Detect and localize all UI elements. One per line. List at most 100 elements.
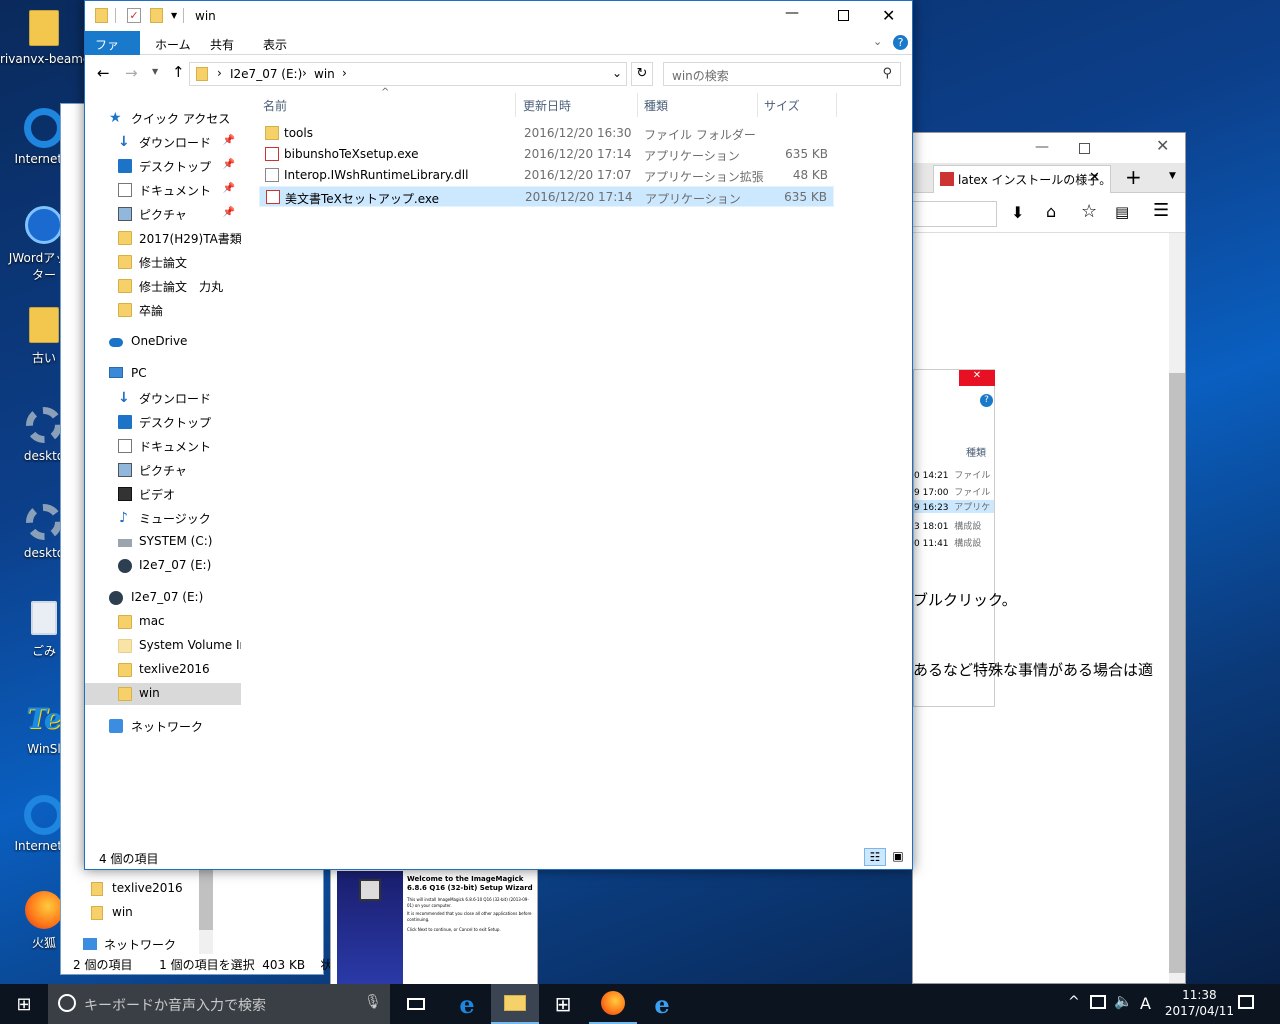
large-icons-view-icon[interactable]: ▣ [888, 848, 908, 866]
taskbar-internet-explorer[interactable]: e [638, 984, 686, 1024]
new-tab-button[interactable]: + [1125, 165, 1142, 189]
nav-pc-documents[interactable]: ドキュメント [85, 435, 241, 457]
file-row-selected[interactable]: 美文書TeXセットアップ.exe 2016/12/20 17:14 アプリケーシ… [259, 186, 834, 207]
details-view-icon[interactable]: ☷ [864, 848, 886, 866]
tab-home[interactable]: ホーム [145, 31, 201, 55]
minimize-button[interactable]: — [785, 5, 799, 21]
taskbar-store[interactable]: ⊞ [539, 984, 587, 1024]
tab-view[interactable]: 表示 [253, 31, 297, 55]
nav-drive-texlive2016[interactable]: texlive2016 [85, 659, 241, 681]
home-icon[interactable]: ⌂ [1046, 202, 1056, 221]
explorer2-nav-item-network[interactable]: ネットワーク [83, 935, 203, 955]
column-header-date[interactable]: 更新日時 [523, 93, 637, 117]
scrollbar-thumb[interactable] [1169, 373, 1185, 973]
nav-pc-downloads[interactable]: ↓ ダウンロード [85, 387, 241, 409]
nav-drive-system-volume-info[interactable]: System Volume Info [85, 635, 241, 657]
pin-icon[interactable]: 📌 [223, 207, 235, 218]
nav-drive-win[interactable]: win [85, 683, 241, 705]
taskbar-file-explorer[interactable] [491, 984, 539, 1024]
minimize-icon[interactable]: — [1035, 139, 1049, 155]
search-input[interactable]: winの検索 ⚲ [663, 62, 901, 86]
pin-icon[interactable]: 📌 [223, 135, 235, 146]
nav-quick-thesis-rikimaru[interactable]: 修士論文 力丸 [85, 275, 241, 297]
nav-quick-ta[interactable]: 2017(H29)TA書類 [85, 227, 241, 249]
help-icon[interactable]: ? [893, 35, 908, 50]
taskbar-edge[interactable]: e [443, 984, 491, 1024]
breadcrumb-win[interactable]: win [314, 67, 335, 81]
nav-quick-pictures[interactable]: ピクチャ 📌 [85, 203, 241, 225]
nav-pc-system-drive[interactable]: SYSTEM (C:) [85, 531, 241, 553]
browser-scrollbar[interactable] [1169, 233, 1185, 983]
nav-pc[interactable]: PC [85, 363, 241, 385]
pictures-icon [118, 207, 132, 221]
recent-chevron-icon[interactable]: ▼ [152, 67, 158, 76]
column-header-name[interactable]: 名前 [263, 93, 513, 117]
download-icon[interactable]: ⬇ [1011, 203, 1024, 222]
action-center-icon[interactable] [1238, 995, 1254, 1009]
file-row[interactable]: tools 2016/12/20 16:30 ファイル フォルダー [259, 123, 834, 144]
properties-check-icon[interactable]: ✓ [127, 8, 141, 23]
maximize-button[interactable] [838, 10, 849, 21]
nav-drive-mac[interactable]: mac [85, 611, 241, 633]
close-icon[interactable]: ✕ [1156, 136, 1169, 155]
scrollbar-thumb[interactable] [199, 870, 213, 930]
show-hidden-icons-chevron-icon[interactable]: ^ [1068, 994, 1080, 1010]
nav-onedrive[interactable]: OneDrive [85, 331, 241, 353]
ime-indicator[interactable]: A [1140, 994, 1151, 1013]
nav-quick-documents[interactable]: ドキュメント 📌 [85, 179, 241, 201]
reader-view-icon[interactable]: ▤ [1115, 203, 1129, 221]
address-dropdown-chevron-icon[interactable]: ⌄ [612, 66, 622, 80]
browser-tab[interactable]: latex インストールの様子。 [933, 165, 1111, 193]
nav-quick-access[interactable]: ★ クイック アクセス [85, 107, 241, 129]
bookmark-star-icon[interactable]: ☆ [1081, 201, 1097, 222]
nav-pc-usb-drive[interactable]: I2e7_07 (E:) [85, 555, 241, 577]
explorer2-scrollbar[interactable] [199, 870, 213, 954]
menu-icon[interactable]: ☰ [1153, 200, 1169, 221]
url-field[interactable] [913, 201, 997, 227]
microphone-icon[interactable]: 🎙 [364, 994, 382, 1010]
pin-icon[interactable]: 📌 [223, 183, 235, 194]
ribbon-expand-chevron-icon[interactable]: ⌄ [873, 35, 882, 48]
nav-quick-downloads[interactable]: ↓ ダウンロード 📌 [85, 131, 241, 153]
nav-pc-videos[interactable]: ビデオ [85, 483, 241, 505]
explorer2-nav-item-texlive[interactable]: texlive2016 [91, 880, 211, 900]
new-folder-icon[interactable] [150, 8, 163, 23]
tab-close-icon[interactable]: ✕ [1089, 170, 1100, 185]
pin-icon[interactable]: 📌 [223, 159, 235, 170]
tab-share[interactable]: 共有 [200, 31, 244, 55]
up-arrow-icon[interactable]: ↑ [172, 63, 185, 81]
file-row[interactable]: bibunshoTeXsetup.exe 2016/12/20 17:14 アプ… [259, 144, 834, 165]
nav-network[interactable]: ネットワーク [85, 715, 241, 737]
clock[interactable]: 11:38 2017/04/11 [1165, 987, 1234, 1019]
tab-file[interactable]: ファイル [85, 31, 140, 69]
nav-quick-thesis[interactable]: 修士論文 [85, 251, 241, 273]
tab-list-chevron-icon[interactable]: ▼ [1169, 171, 1176, 181]
column-header-type[interactable]: 種類 [644, 93, 758, 117]
nav-drive[interactable]: I2e7_07 (E:) [85, 587, 241, 609]
start-button[interactable]: ⊞ [0, 984, 48, 1024]
close-button[interactable]: ✕ [882, 6, 895, 25]
forward-arrow-icon[interactable]: → [125, 64, 138, 82]
address-bar[interactable]: › I2e7_07 (E:) › win › ⌄ [189, 62, 627, 86]
task-view-button[interactable] [392, 984, 440, 1024]
back-arrow-icon[interactable]: ← [97, 64, 110, 82]
volume-icon[interactable]: 🔈 [1114, 992, 1133, 1010]
network-status-icon[interactable] [1090, 995, 1106, 1009]
maximize-icon[interactable] [1079, 143, 1090, 154]
clock-date: 2017/04/11 [1164, 1004, 1234, 1018]
nav-pc-music[interactable]: ♪ ミュージック [85, 507, 241, 529]
nav-quick-graduation[interactable]: 卒論 [85, 299, 241, 321]
explorer2-nav-item-win[interactable]: win [91, 904, 211, 924]
taskbar-firefox[interactable] [589, 984, 637, 1024]
explorer2-status-bar: 2 個の項目 1 個の項目を選択 403 KB 状況 [73, 958, 344, 972]
breadcrumb-drive[interactable]: I2e7_07 (E:) [230, 67, 302, 81]
qat-customize-chevron-icon[interactable]: ▼ [171, 11, 177, 20]
refresh-icon[interactable]: ↻ [631, 62, 653, 86]
nav-quick-desktop[interactable]: デスクトップ 📌 [85, 155, 241, 177]
column-header-size[interactable]: サイズ [764, 93, 834, 117]
nav-pc-desktop[interactable]: デスクトップ [85, 411, 241, 433]
file-row[interactable]: Interop.IWshRuntimeLibrary.dll 2016/12/2… [259, 165, 834, 186]
taskbar-search-box[interactable]: キーボードか音声入力で検索 🎙 [48, 984, 390, 1024]
nav-pc-pictures[interactable]: ピクチャ [85, 459, 241, 481]
desktop-icon-rivanvx[interactable]: rivanvx-beame [0, 8, 88, 66]
